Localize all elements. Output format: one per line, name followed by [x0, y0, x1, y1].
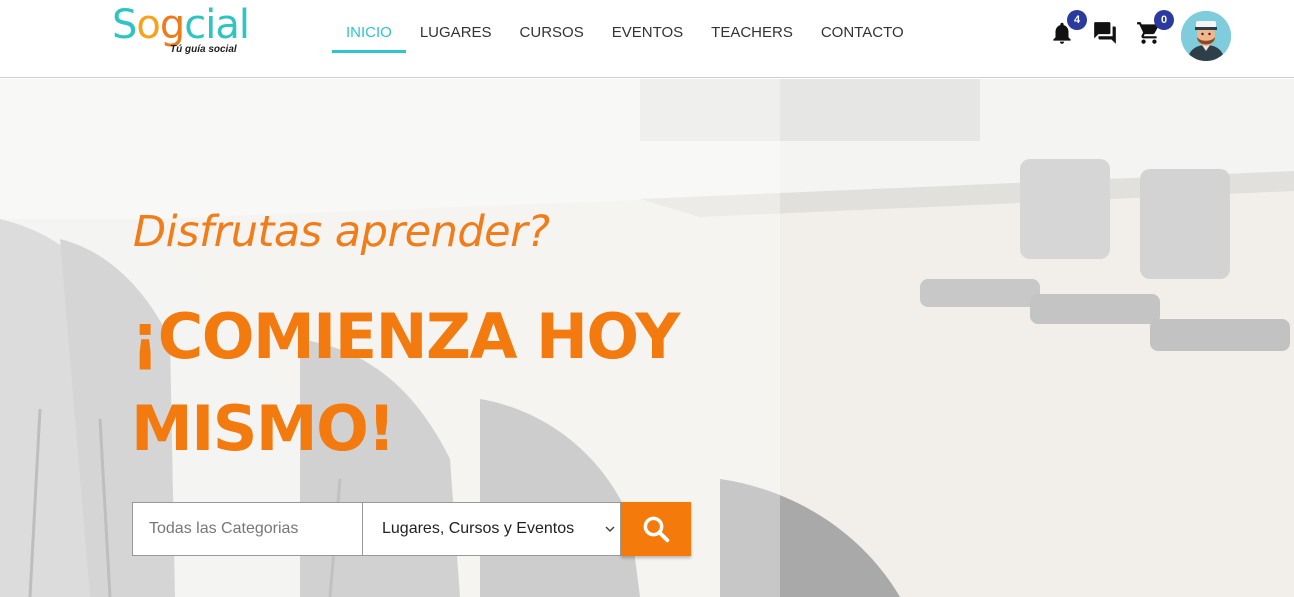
logo-wordmark: Sogcial — [112, 2, 250, 48]
top-header: Sogcial Tú guía social INICIO LUGARES CU… — [0, 0, 1294, 78]
chevron-down-icon — [605, 526, 615, 533]
type-select[interactable]: Lugares, Cursos y Eventos — [363, 502, 621, 556]
sogcial-logo[interactable]: Sogcial Tú guía social — [112, 2, 252, 62]
search-bar: Lugares, Cursos y Eventos — [132, 502, 691, 556]
messages-button[interactable] — [1092, 20, 1118, 46]
notifications-button[interactable]: 4 — [1049, 10, 1087, 46]
main-nav: INICIO LUGARES CURSOS EVENTOS TEACHERS C… — [332, 0, 918, 78]
nav-item-cursos[interactable]: CURSOS — [506, 0, 598, 66]
logo-tagline: Tú guía social — [170, 44, 237, 55]
hero-section: Disfrutas aprender? ¡COMIENZA HOY MISMO!… — [0, 79, 1294, 597]
avatar-illustration — [1181, 11, 1231, 61]
user-avatar[interactable] — [1181, 11, 1231, 61]
nav-item-teachers[interactable]: TEACHERS — [697, 0, 807, 66]
nav-item-contacto[interactable]: CONTACTO — [807, 0, 918, 66]
nav-item-lugares[interactable]: LUGARES — [406, 0, 506, 66]
cart-count-badge: 0 — [1154, 10, 1174, 30]
hero-subtitle: Disfrutas aprender? — [133, 207, 550, 257]
cart-button[interactable]: 0 — [1136, 10, 1174, 46]
type-select-value: Lugares, Cursos y Eventos — [382, 520, 575, 537]
search-icon — [643, 516, 670, 543]
notifications-count-badge: 4 — [1067, 10, 1087, 30]
hero-title: ¡COMIENZA HOY MISMO! — [131, 300, 680, 465]
search-button[interactable] — [621, 502, 691, 556]
nav-item-inicio[interactable]: INICIO — [332, 0, 406, 66]
nav-item-eventos[interactable]: EVENTOS — [598, 0, 697, 66]
chat-icon — [1094, 22, 1116, 44]
category-search-input[interactable] — [132, 502, 363, 556]
